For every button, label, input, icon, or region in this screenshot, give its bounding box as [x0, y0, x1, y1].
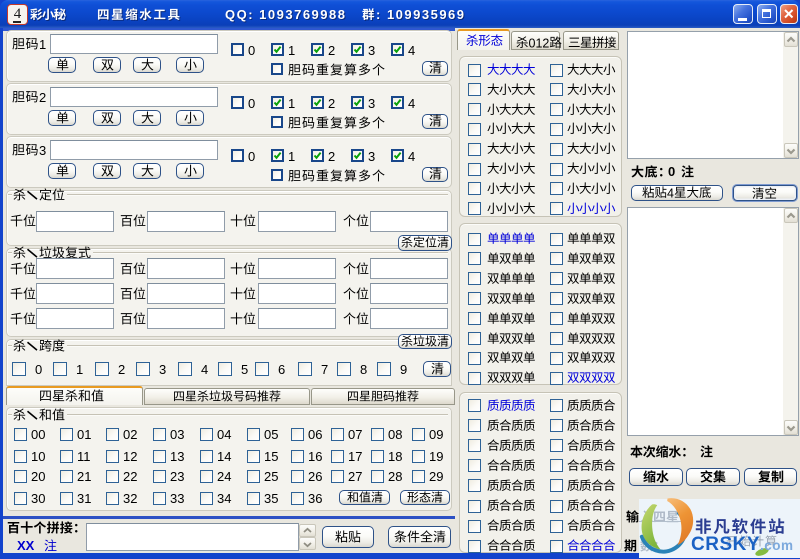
svg-text:4: 4	[667, 186, 674, 200]
svg-text:2: 2	[542, 36, 549, 50]
svg-text:0: 0	[529, 36, 536, 50]
